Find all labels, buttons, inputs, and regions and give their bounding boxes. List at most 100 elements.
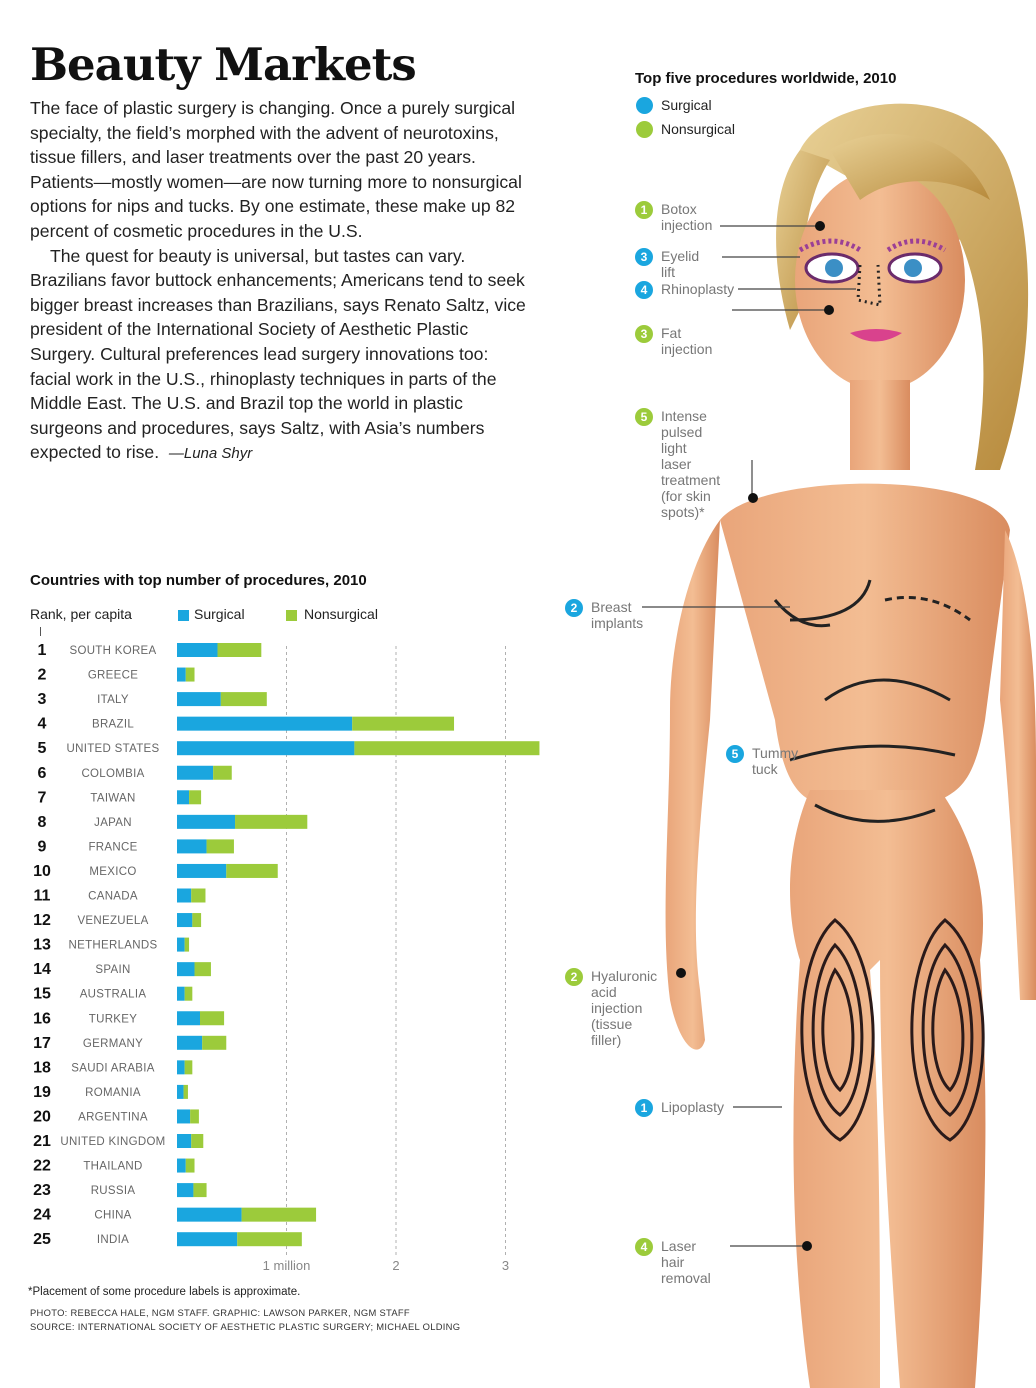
procedure-text: Lipoplasty xyxy=(661,1099,725,1115)
rank-number: 9 xyxy=(38,838,47,855)
rank-number: 22 xyxy=(33,1158,51,1175)
rank-number: 21 xyxy=(33,1133,51,1150)
bar-surgical xyxy=(177,765,214,780)
procedure-text: Tummy tuck xyxy=(752,745,799,777)
bar-surgical xyxy=(177,839,207,854)
rank-number: 20 xyxy=(33,1108,51,1125)
bar-surgical xyxy=(177,667,186,682)
rank-badge: 1 xyxy=(635,201,653,219)
rank-badge: 3 xyxy=(635,325,653,343)
byline: —Luna Shyr xyxy=(168,445,253,463)
bar-nonsurgical xyxy=(183,1084,188,1099)
rank-badge: 2 xyxy=(565,968,583,986)
rank-number: 3 xyxy=(38,691,47,708)
bar-nonsurgical xyxy=(191,888,206,903)
country-label: NETHERLANDS xyxy=(69,940,158,952)
bar-nonsurgical xyxy=(191,1134,204,1148)
bar-surgical xyxy=(177,913,193,928)
country-label: VENEZUELA xyxy=(77,915,148,927)
country-label: CHINA xyxy=(94,1210,131,1222)
procedures-legend-label: Nonsurgical xyxy=(661,121,735,137)
bar-surgical xyxy=(177,1109,191,1124)
bar-surgical xyxy=(177,986,185,1001)
bar-surgical xyxy=(177,1134,192,1148)
page-title: Beauty Markets xyxy=(30,38,417,91)
country-label: UNITED STATES xyxy=(67,743,160,755)
rank-number: 11 xyxy=(34,888,51,905)
rank-number: 25 xyxy=(33,1231,51,1248)
credit-line: PHOTO: REBECCA HALE, NGM STAFF. GRAPHIC:… xyxy=(30,1307,410,1318)
procedure-text: Hyaluronic acid injection (tissue filler… xyxy=(591,968,658,1048)
rank-number: 13 xyxy=(33,937,51,954)
rank-badge: 4 xyxy=(635,1238,653,1256)
bar-nonsurgical xyxy=(202,1035,227,1050)
bar-nonsurgical xyxy=(190,1109,199,1124)
bar-surgical xyxy=(177,863,227,878)
rank-number: 23 xyxy=(33,1182,51,1199)
bar-surgical xyxy=(177,814,236,829)
rank-number: 16 xyxy=(33,1010,51,1027)
rank-number: 15 xyxy=(33,986,51,1003)
bar-nonsurgical xyxy=(184,937,190,952)
procedure-text: Fat injection xyxy=(661,325,713,357)
legend-swatch-surgical xyxy=(178,610,189,621)
nonsurgical-dot-icon xyxy=(636,121,653,138)
procedure-text: Rhinoplasty xyxy=(661,281,735,297)
country-label: SAUDI ARABIA xyxy=(71,1062,155,1074)
footnote: *Placement of some procedure labels is a… xyxy=(28,1286,301,1298)
bar-surgical xyxy=(177,1183,194,1198)
procedure-text: Botox injection xyxy=(661,201,713,233)
country-label: AUSTRALIA xyxy=(80,989,147,1001)
bar-nonsurgical xyxy=(241,1207,317,1222)
procedures-legend-label: Surgical xyxy=(661,97,712,113)
bar-surgical xyxy=(177,790,190,805)
country-label: GREECE xyxy=(88,670,138,682)
country-label: BRAZIL xyxy=(92,719,134,731)
bar-surgical xyxy=(177,1207,242,1222)
bar-nonsurgical xyxy=(206,839,234,854)
bar-surgical xyxy=(177,741,355,756)
country-label: FRANCE xyxy=(88,841,137,853)
country-label: MEXICO xyxy=(89,866,136,878)
country-label: SPAIN xyxy=(95,964,130,976)
country-label: JAPAN xyxy=(94,817,132,829)
bar-nonsurgical xyxy=(237,1232,302,1247)
bar-nonsurgical xyxy=(185,667,195,682)
legend-label-surgical: Surgical xyxy=(194,606,245,622)
x-tick-label: 1 million xyxy=(263,1258,311,1273)
bar-chart: 1 million 2 31 SOUTH KOREA2 GREECE3 ITALY4 BRA… xyxy=(33,642,540,1273)
rank-number: 24 xyxy=(33,1207,51,1224)
rank-badge: 2 xyxy=(565,599,583,617)
rank-number: 19 xyxy=(33,1084,51,1101)
rank-badge: 5 xyxy=(635,408,653,426)
bar-nonsurgical xyxy=(213,765,232,780)
rank-number: 10 xyxy=(33,863,51,880)
country-label: ITALY xyxy=(97,694,129,706)
procedure-text: Eyelid lift xyxy=(661,248,700,280)
rank-badge: 3 xyxy=(635,248,653,266)
bar-surgical xyxy=(177,962,195,977)
rank-number: 12 xyxy=(33,912,51,929)
rank-number: 18 xyxy=(33,1059,51,1076)
credit-line: SOURCE: INTERNATIONAL SOCIETY OF AESTHET… xyxy=(30,1321,461,1332)
rank-number: 8 xyxy=(38,814,47,831)
bar-surgical xyxy=(177,716,353,731)
intro-paragraph-1: The face of plastic surgery is changing.… xyxy=(30,98,522,241)
bar-nonsurgical xyxy=(184,986,193,1001)
bar-surgical xyxy=(177,643,218,657)
bar-nonsurgical xyxy=(352,716,455,731)
rank-number: 14 xyxy=(33,961,51,978)
country-label: UNITED KINGDOM xyxy=(60,1136,165,1148)
country-label: ROMANIA xyxy=(85,1087,141,1099)
rank-number: 17 xyxy=(33,1035,51,1052)
rank-number: 6 xyxy=(38,765,47,782)
bar-nonsurgical xyxy=(184,1060,193,1075)
bar-surgical xyxy=(177,1084,184,1099)
country-label: RUSSIA xyxy=(91,1185,136,1197)
bar-nonsurgical xyxy=(189,790,202,805)
country-label: TAIWAN xyxy=(90,792,135,804)
chart-title: Countries with top number of procedures,… xyxy=(30,572,367,589)
rank-header: Rank, per capita xyxy=(30,606,132,622)
chart-legend: Rank, per capita Surgical Nonsurgical xyxy=(30,606,550,626)
intro-text: The face of plastic surgery is changing.… xyxy=(30,96,530,467)
